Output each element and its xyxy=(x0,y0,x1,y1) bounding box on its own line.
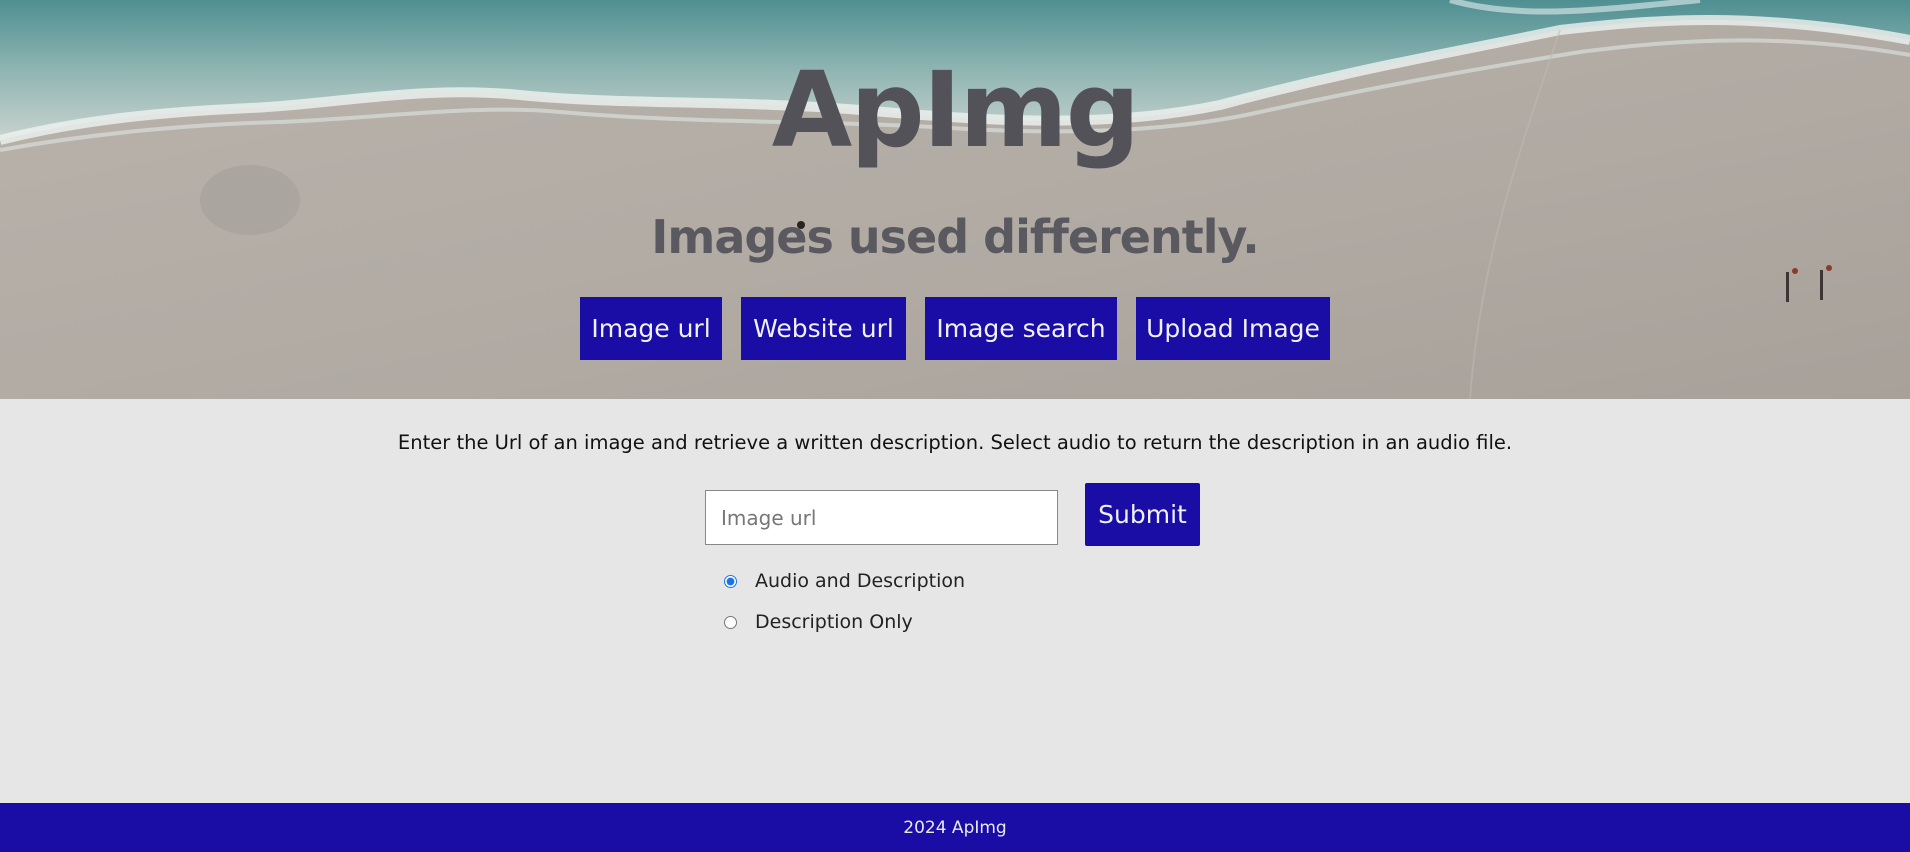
site-title: ApImg xyxy=(771,49,1140,171)
description-only-radio[interactable] xyxy=(724,615,737,629)
description-only-label[interactable]: Description Only xyxy=(755,611,913,633)
website-url-button[interactable]: Website url xyxy=(741,297,906,360)
image-url-button[interactable]: Image url xyxy=(580,297,722,360)
footer-copyright: 2024 ApImg xyxy=(903,817,1007,838)
image-url-input[interactable] xyxy=(705,490,1058,545)
instructions-text: Enter the Url of an image and retrieve a… xyxy=(397,431,1513,454)
option-audio-and-description: Audio and Description xyxy=(724,570,965,592)
image-search-button[interactable]: Image search xyxy=(925,297,1117,360)
audio-and-description-label[interactable]: Audio and Description xyxy=(755,570,965,592)
submit-button[interactable]: Submit xyxy=(1085,483,1200,546)
upload-image-button[interactable]: Upload Image xyxy=(1136,297,1330,360)
option-description-only: Description Only xyxy=(724,611,913,633)
site-tagline: Images used differently. xyxy=(651,210,1259,264)
page-footer: 2024 ApImg xyxy=(0,803,1910,852)
hero-banner: ApImg Images used differently. Image url… xyxy=(0,0,1910,399)
mode-selector: Image url Website url Image search Uploa… xyxy=(0,297,1910,360)
audio-and-description-radio[interactable] xyxy=(724,574,737,588)
